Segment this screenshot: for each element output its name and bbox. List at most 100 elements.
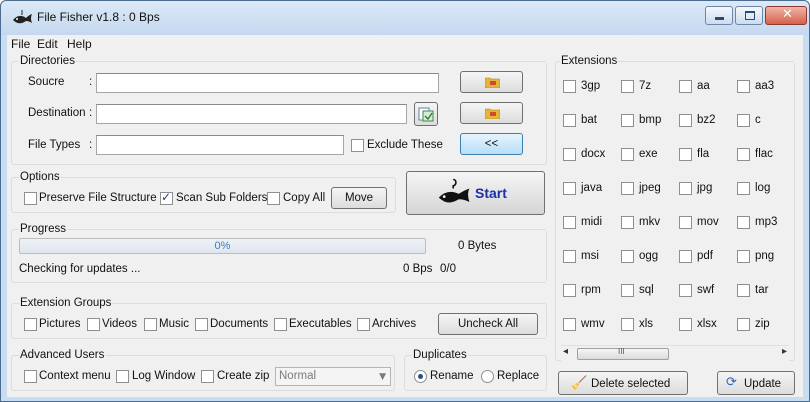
scroll-left-icon[interactable]: ◂ bbox=[563, 346, 568, 357]
folder-icon bbox=[485, 77, 500, 88]
extension-checkbox[interactable] bbox=[679, 80, 692, 93]
minimize-icon bbox=[715, 17, 724, 20]
extension-checkbox[interactable] bbox=[563, 284, 576, 297]
fish-logo-icon bbox=[13, 10, 32, 24]
group-executables-checkbox[interactable] bbox=[274, 318, 287, 331]
main-panel: Directories Soucre : Destination : File … bbox=[7, 53, 803, 397]
menu-file[interactable]: File bbox=[11, 37, 30, 51]
menu-help[interactable]: Help bbox=[67, 37, 92, 51]
update-button[interactable]: ⟳ Update bbox=[717, 371, 795, 395]
extension-checkbox[interactable] bbox=[737, 284, 750, 297]
refresh-icon: ⟳ bbox=[726, 375, 737, 390]
maximize-icon bbox=[745, 11, 755, 20]
extension-checkbox[interactable] bbox=[563, 182, 576, 195]
extension-checkbox[interactable] bbox=[621, 216, 634, 229]
extension-label: jpg bbox=[697, 182, 713, 194]
destination-input[interactable] bbox=[96, 104, 407, 124]
browse-destination-button[interactable] bbox=[460, 102, 523, 124]
group-pictures-checkbox[interactable] bbox=[24, 318, 37, 331]
close-button[interactable]: ✕ bbox=[765, 6, 807, 25]
start-label: Start bbox=[475, 185, 507, 201]
advanced-users-label: Advanced Users bbox=[19, 349, 106, 361]
delete-selected-label: Delete selected bbox=[591, 378, 671, 390]
extension-label: java bbox=[581, 182, 603, 194]
scan-subfolders-checkbox[interactable] bbox=[160, 190, 173, 205]
extension-checkbox[interactable] bbox=[621, 114, 634, 127]
source-input[interactable] bbox=[96, 73, 439, 93]
extension-checkbox[interactable] bbox=[621, 182, 634, 195]
extension-checkbox[interactable] bbox=[563, 114, 576, 127]
extension-label: msi bbox=[581, 250, 599, 262]
extension-checkbox[interactable] bbox=[621, 148, 634, 161]
extension-checkbox[interactable] bbox=[621, 80, 634, 93]
replace-label: Replace bbox=[497, 370, 540, 382]
chevron-down-icon: ▼ bbox=[379, 372, 386, 382]
group-executables-label: Executables bbox=[289, 318, 352, 330]
browse-source-button[interactable] bbox=[460, 71, 523, 93]
extension-checkbox[interactable] bbox=[679, 182, 692, 195]
extension-checkbox[interactable] bbox=[621, 250, 634, 263]
exclude-these-label: Exclude These bbox=[367, 139, 443, 151]
extension-checkbox[interactable] bbox=[679, 284, 692, 297]
source-label: Soucre bbox=[28, 76, 65, 88]
extension-label: 7z bbox=[639, 80, 652, 92]
extension-checkbox[interactable] bbox=[737, 182, 750, 195]
log-window-checkbox[interactable] bbox=[116, 370, 129, 383]
extension-checkbox[interactable] bbox=[737, 250, 750, 263]
replace-radio[interactable] bbox=[481, 370, 494, 383]
context-menu-checkbox[interactable] bbox=[24, 370, 37, 383]
title-bar[interactable]: File Fisher v1.8 : 0 Bps ✕ bbox=[1, 1, 809, 35]
scroll-thumb[interactable]: III bbox=[577, 347, 669, 360]
compression-select[interactable]: Normal ▼ bbox=[275, 367, 391, 386]
exclude-these-checkbox[interactable] bbox=[351, 139, 364, 152]
start-button[interactable]: Start bbox=[406, 171, 545, 215]
extension-label: rpm bbox=[581, 284, 601, 296]
destination-label: Destination bbox=[28, 107, 86, 119]
extension-checkbox[interactable] bbox=[621, 318, 634, 331]
extension-checkbox[interactable] bbox=[563, 80, 576, 93]
group-music-checkbox[interactable] bbox=[144, 318, 157, 331]
extension-checkbox[interactable] bbox=[679, 216, 692, 229]
extension-checkbox[interactable] bbox=[737, 216, 750, 229]
group-documents-checkbox[interactable] bbox=[195, 318, 208, 331]
preserve-structure-checkbox[interactable] bbox=[24, 192, 37, 205]
extension-label: log bbox=[755, 182, 771, 194]
collapse-button[interactable]: << bbox=[460, 133, 523, 155]
extension-label: mp3 bbox=[755, 216, 778, 228]
speed-readout: 0 Bps bbox=[403, 263, 433, 275]
open-destination-button[interactable] bbox=[414, 102, 438, 126]
extension-checkbox[interactable] bbox=[679, 148, 692, 161]
group-archives-checkbox[interactable] bbox=[357, 318, 370, 331]
extensions-scrollbar[interactable]: ◂ III ▸ bbox=[561, 345, 789, 361]
extension-checkbox[interactable] bbox=[621, 284, 634, 297]
file-types-input[interactable] bbox=[96, 135, 344, 155]
extension-checkbox[interactable] bbox=[563, 148, 576, 161]
app-window: File Fisher v1.8 : 0 Bps ✕ File Edit Hel… bbox=[0, 0, 810, 402]
maximize-button[interactable] bbox=[735, 6, 763, 25]
open-folder-icon bbox=[418, 107, 434, 122]
extension-checkbox[interactable] bbox=[737, 80, 750, 93]
extension-checkbox[interactable] bbox=[563, 216, 576, 229]
move-button[interactable]: Move bbox=[331, 187, 387, 209]
extension-checkbox[interactable] bbox=[737, 114, 750, 127]
extension-checkbox[interactable] bbox=[679, 250, 692, 263]
close-icon: ✕ bbox=[782, 7, 793, 22]
extension-checkbox[interactable] bbox=[737, 148, 750, 161]
rename-radio[interactable] bbox=[414, 370, 427, 383]
menu-bar: File Edit Help bbox=[7, 35, 803, 53]
scroll-right-icon[interactable]: ▸ bbox=[782, 346, 787, 357]
group-videos-checkbox[interactable] bbox=[87, 318, 100, 331]
copy-all-checkbox[interactable] bbox=[267, 192, 280, 205]
extension-checkbox[interactable] bbox=[679, 318, 692, 331]
status-text: Checking for updates ... bbox=[19, 263, 141, 275]
minimize-button[interactable] bbox=[705, 6, 733, 25]
extension-checkbox[interactable] bbox=[737, 318, 750, 331]
extension-checkbox[interactable] bbox=[679, 114, 692, 127]
menu-edit[interactable]: Edit bbox=[37, 37, 58, 51]
extension-label: 3gp bbox=[581, 80, 601, 92]
extension-checkbox[interactable] bbox=[563, 250, 576, 263]
create-zip-checkbox[interactable] bbox=[201, 370, 214, 383]
delete-selected-button[interactable]: 🧹 Delete selected bbox=[558, 371, 688, 395]
extension-checkbox[interactable] bbox=[563, 318, 576, 331]
uncheck-all-button[interactable]: Uncheck All bbox=[438, 313, 538, 335]
